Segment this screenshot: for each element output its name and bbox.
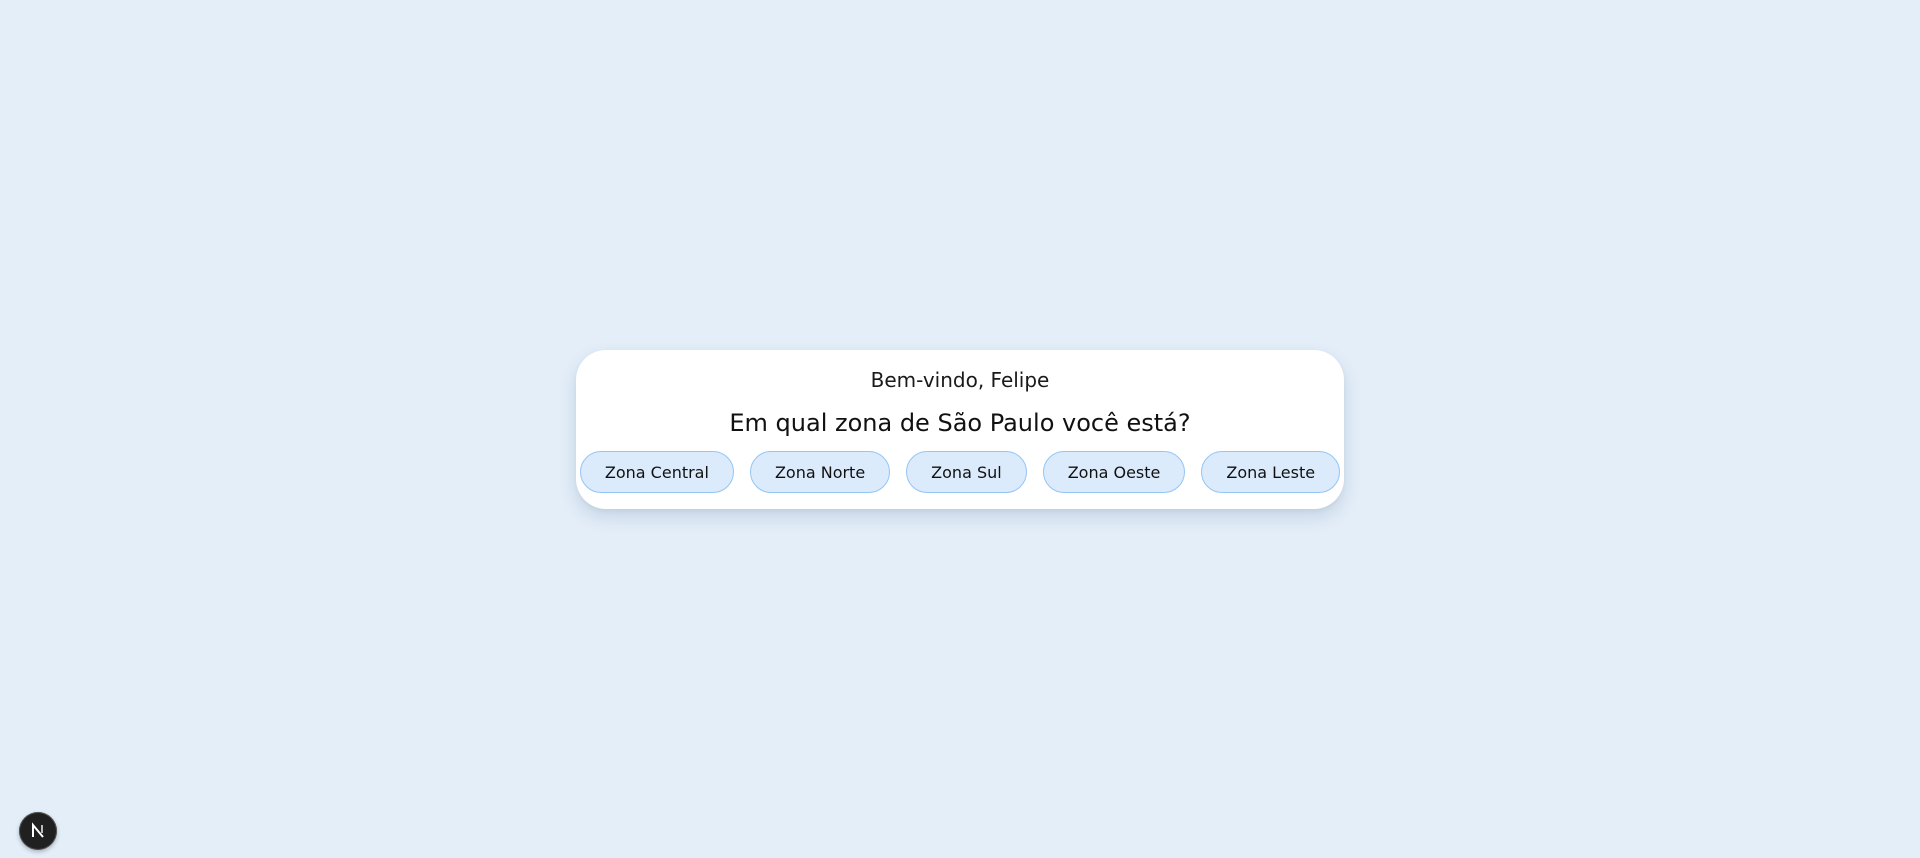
zone-question: Em qual zona de São Paulo você está? (729, 409, 1191, 437)
nextjs-dev-tools-button[interactable] (19, 812, 57, 850)
zone-button-group: Zona Central Zona Norte Zona Sul Zona Oe… (576, 451, 1344, 493)
zona-oeste-button[interactable]: Zona Oeste (1042, 451, 1186, 493)
zona-sul-button[interactable]: Zona Sul (906, 451, 1027, 493)
nextjs-logo-icon (32, 822, 44, 838)
zona-leste-button[interactable]: Zona Leste (1201, 451, 1341, 493)
zona-norte-button[interactable]: Zona Norte (749, 451, 891, 493)
welcome-message: Bem-vindo, Felipe (870, 368, 1050, 392)
zona-central-button[interactable]: Zona Central (579, 451, 734, 493)
zone-selection-card: Bem-vindo, Felipe Em qual zona de São Pa… (576, 350, 1344, 509)
